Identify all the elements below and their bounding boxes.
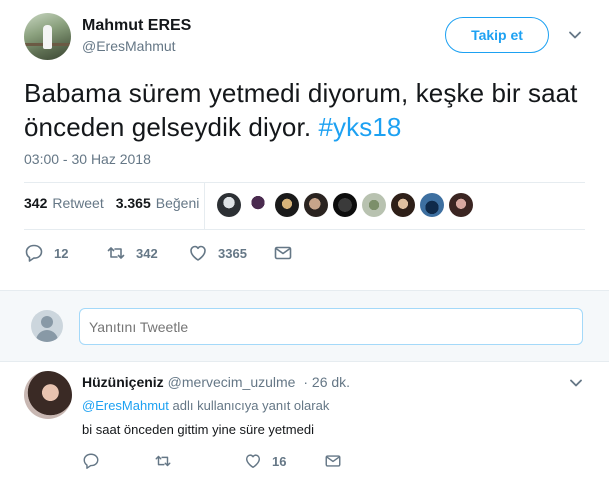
- retweet-stat[interactable]: 342 Retweet: [24, 195, 104, 211]
- retweet-button[interactable]: [154, 452, 244, 470]
- liker-avatar[interactable]: [275, 193, 299, 217]
- liker-avatar[interactable]: [333, 193, 357, 217]
- envelope-icon: [325, 455, 341, 467]
- reply-header: Hüzüniçeniz @mervecim_uzulme · 26 dk.: [82, 374, 350, 390]
- replying-to-suffix: adlı kullanıcıya yanıt olarak: [172, 398, 330, 413]
- tweet-stats: 342 Retweet 3.365 Beğeni: [24, 195, 211, 211]
- envelope-icon: [274, 246, 292, 260]
- liker-avatar[interactable]: [391, 193, 415, 217]
- tweet-body: Babama sürem yetmedi diyorum, keşke bir …: [24, 78, 578, 142]
- liker-avatars: [217, 193, 478, 217]
- follow-button[interactable]: Takip et: [445, 17, 549, 53]
- reply-tweet: Hüzüniçeniz @mervecim_uzulme · 26 dk. @Er…: [0, 362, 609, 479]
- retweet-stat-count: 342: [24, 195, 48, 211]
- retweet-icon: [155, 455, 171, 467]
- replying-to: @EresMahmut adlı kullanıcıya yanıt olara…: [82, 398, 329, 413]
- stats-separator: [204, 183, 205, 229]
- avatar-figure-shape: [43, 25, 52, 49]
- direct-message-button[interactable]: [324, 452, 354, 470]
- direct-message-button[interactable]: [273, 243, 303, 263]
- retweet-icon: [107, 247, 125, 259]
- retweet-button[interactable]: 342: [106, 243, 188, 263]
- chevron-down-icon[interactable]: [568, 28, 582, 42]
- reply-button[interactable]: 12: [24, 243, 106, 263]
- heart-icon: [245, 454, 261, 469]
- tweet-actions: 12 342 3365: [24, 243, 303, 263]
- reply-time[interactable]: · 26 dk.: [303, 374, 350, 390]
- reply-input[interactable]: [79, 308, 583, 345]
- tweet-text: Babama sürem yetmedi diyorum, keşke bir …: [24, 76, 584, 144]
- divider: [24, 182, 585, 183]
- reply-actions: 16: [82, 452, 354, 470]
- like-count: 16: [272, 453, 287, 469]
- liker-avatar[interactable]: [246, 193, 270, 217]
- reply-author-name[interactable]: Hüzüniçeniz: [82, 374, 164, 390]
- reply-author-handle[interactable]: @mervecim_uzulme: [168, 374, 296, 390]
- liker-avatar[interactable]: [304, 193, 328, 217]
- hashtag-link[interactable]: #yks18: [318, 112, 401, 142]
- like-button[interactable]: 3365: [188, 243, 273, 263]
- current-user-avatar: [31, 310, 63, 342]
- author-handle[interactable]: @EresMahmut: [82, 38, 176, 54]
- author-name[interactable]: Mahmut ERES: [82, 17, 191, 35]
- retweet-stat-label: Retweet: [52, 195, 104, 211]
- like-count: 3365: [218, 245, 247, 261]
- replying-to-mention[interactable]: @EresMahmut: [82, 398, 169, 413]
- reply-author-avatar[interactable]: [24, 371, 72, 419]
- avatar-body-shape: [36, 330, 58, 342]
- like-button[interactable]: 16: [244, 452, 324, 470]
- like-stat-count: 3.365: [115, 195, 151, 211]
- avatar-head-shape: [41, 316, 53, 328]
- main-tweet: Mahmut ERES @EresMahmut Takip et Babama …: [0, 0, 609, 290]
- liker-avatar[interactable]: [449, 193, 473, 217]
- heart-icon: [190, 245, 206, 261]
- reply-composer: [0, 290, 609, 362]
- liker-avatar[interactable]: [362, 193, 386, 217]
- reply-button[interactable]: [82, 452, 154, 470]
- chevron-down-icon[interactable]: [569, 376, 583, 390]
- reply-count: 12: [54, 245, 69, 261]
- retweet-count: 342: [136, 245, 158, 261]
- liker-avatar[interactable]: [217, 193, 241, 217]
- like-stat[interactable]: 3.365 Beğeni: [116, 195, 200, 211]
- reply-text: bi saat önceden gittim yine süre yetmedi: [82, 422, 314, 437]
- like-stat-label: Beğeni: [155, 195, 200, 211]
- speech-bubble-icon: [25, 244, 43, 262]
- author-avatar[interactable]: [24, 13, 71, 60]
- divider: [24, 229, 585, 230]
- liker-avatar[interactable]: [420, 193, 444, 217]
- tweet-timestamp[interactable]: 03:00 - 30 Haz 2018: [24, 151, 151, 167]
- speech-bubble-icon: [83, 453, 99, 469]
